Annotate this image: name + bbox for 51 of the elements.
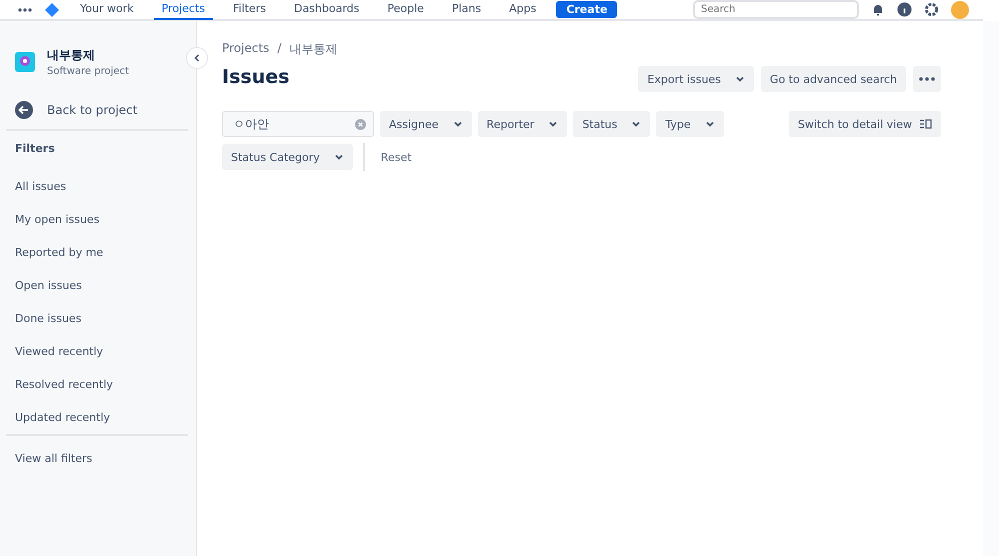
detail-view-icon [920, 119, 932, 129]
help-icon[interactable] [897, 2, 912, 17]
breadcrumb-link[interactable]: Projects [222, 41, 270, 58]
project-avatar-icon [15, 52, 35, 72]
filter-link[interactable]: Viewed recently [6, 335, 188, 368]
chevron-down-icon [334, 152, 344, 162]
page-title: Issues [222, 66, 290, 88]
switch-view-button[interactable]: Switch to detail view [788, 111, 941, 137]
filter-link[interactable]: Reported by me [6, 236, 188, 269]
filter-dropdown[interactable]: Status [573, 111, 650, 137]
filter-dropdown[interactable]: Status Category [222, 144, 353, 170]
nav-tab[interactable]: Apps [501, 0, 544, 20]
search-input[interactable]: ㅇ아안 [222, 111, 374, 137]
filter-link[interactable]: Done issues [6, 302, 188, 335]
chevron-down-icon [452, 119, 463, 129]
filter-dropdown[interactable]: Type [656, 111, 724, 137]
filter-dropdown[interactable]: Reporter [478, 111, 568, 137]
filters-heading: Filters [14, 141, 56, 157]
chevron-down-icon [704, 119, 715, 129]
filter-link[interactable]: Updated recently [6, 401, 188, 434]
back-to-project-link[interactable]: Back to project [6, 101, 188, 119]
notification-icon[interactable] [871, 2, 885, 16]
nav-tab[interactable]: People [379, 0, 432, 20]
more-icon [919, 77, 935, 81]
nav-tab[interactable]: Plans [444, 0, 490, 20]
nav-tab[interactable]: Your work [72, 0, 142, 20]
filter-link[interactable]: Resolved recently [6, 368, 188, 401]
project-name: 내부통제 [47, 47, 96, 64]
view-all-filters-link[interactable]: View all filters [6, 442, 188, 475]
more-actions-button[interactable] [913, 66, 941, 92]
filter-link[interactable]: Open issues [6, 269, 188, 302]
settings-icon[interactable] [924, 2, 939, 17]
filter-dropdown[interactable]: Assignee [380, 111, 472, 137]
breadcrumb-separator: / [277, 41, 282, 57]
logo-icon[interactable] [44, 2, 60, 18]
chevron-down-icon [548, 119, 558, 129]
reset-button[interactable]: Reset [374, 150, 418, 164]
project-type: Software project [47, 66, 129, 77]
chevron-down-icon [734, 74, 745, 84]
filter-link[interactable]: My open issues [6, 203, 188, 236]
chevron-left-icon [193, 54, 201, 62]
dropdown-button[interactable]: Export issues [638, 66, 754, 92]
create-button[interactable]: Create [556, 1, 618, 18]
search-field[interactable]: Search [693, 0, 859, 19]
nav-tab[interactable]: Filters [224, 0, 274, 20]
filter-link[interactable]: All issues [6, 170, 188, 203]
chevron-down-icon [631, 119, 642, 129]
action-button[interactable]: Go to advanced search [760, 66, 906, 92]
nav-tab[interactable]: Dashboards [286, 0, 368, 20]
breadcrumb-link[interactable]: 내부통제 [289, 41, 338, 58]
collapse-sidebar-button[interactable] [186, 47, 208, 69]
